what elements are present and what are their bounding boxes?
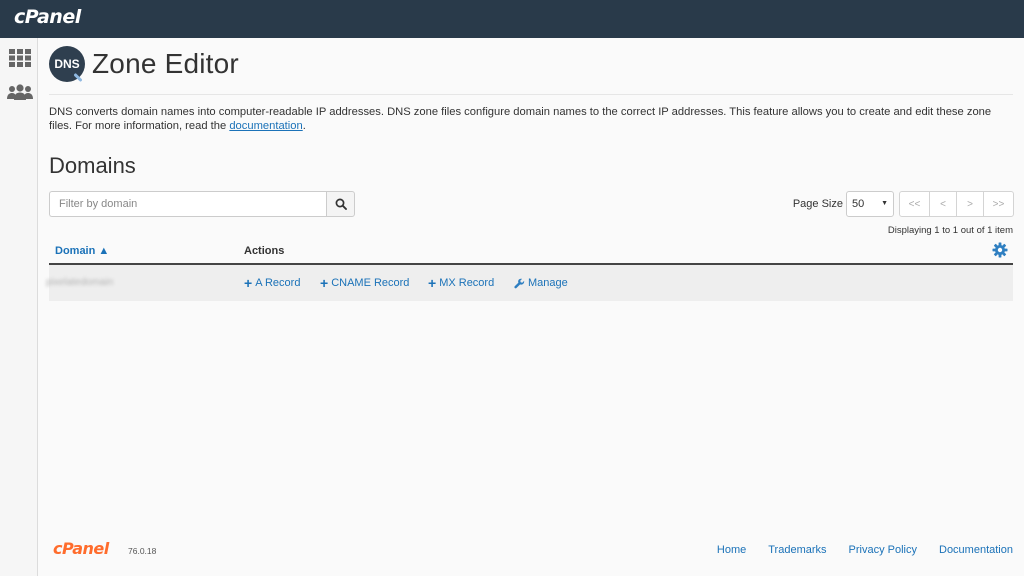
header-divider [49,94,1013,95]
footer-home-link[interactable]: Home [717,544,746,556]
page-title: Zone Editor [92,48,239,79]
page-size-select[interactable]: 50 ▼ [846,191,894,217]
top-bar: cPanel [0,0,1024,38]
domain-search [49,191,355,217]
search-button[interactable] [326,191,355,217]
next-page-button[interactable]: > [956,191,984,217]
table-header: Domain ▲ Actions [49,239,1013,265]
wrench-icon [514,278,525,288]
last-page-button[interactable]: >> [983,191,1014,217]
actions-column-header: Actions [244,245,285,257]
cpanel-logo[interactable]: cPanel [14,6,81,28]
add-cname-record-link[interactable]: + CNAME Record [320,275,409,291]
plus-icon: + [428,275,437,291]
search-input[interactable] [49,191,326,217]
domain-column-header[interactable]: Domain ▲ [55,245,109,257]
domains-heading: Domains [49,153,136,178]
first-page-button[interactable]: << [899,191,930,217]
dns-icon: DNS [49,46,85,83]
page-nav: << < > >> [899,191,1014,217]
displaying-count: Displaying 1 to 1 out of 1 item [887,225,1013,236]
grid-icon[interactable] [7,46,33,70]
footer-cpanel-logo[interactable]: cPanel [53,539,109,558]
main-content: DNS Zone Editor DNS converts domain name… [38,38,1024,576]
search-icon [335,198,347,210]
footer-documentation-link[interactable]: Documentation [939,544,1013,556]
sidebar [0,38,38,576]
documentation-link[interactable]: documentation [229,120,302,132]
footer-privacy-link[interactable]: Privacy Policy [849,544,917,556]
footer-links: Home Trademarks Privacy Policy Documenta… [695,544,1013,556]
plus-icon: + [320,275,329,291]
domains-table: Domain ▲ Actions pixelatedomain + A Reco… [46,239,1013,301]
add-mx-record-link[interactable]: + MX Record [428,275,494,291]
version-number: 76.0.18 [128,546,157,556]
footer-trademarks-link[interactable]: Trademarks [768,544,826,556]
page-description: DNS converts domain names into computer-… [49,106,992,132]
plus-icon: + [244,275,253,291]
manage-link[interactable]: Manage [514,277,568,289]
prev-page-button[interactable]: < [929,191,957,217]
domain-name: pixelatedomain [46,277,114,287]
users-icon[interactable] [7,80,33,104]
page-header: DNS Zone Editor [49,46,239,83]
caret-down-icon: ▼ [881,200,888,207]
gear-icon[interactable] [992,242,1008,263]
add-a-record-link[interactable]: + A Record [244,275,300,291]
table-row: pixelatedomain + A Record + CNAME Record +… [46,265,1013,301]
pagination: Page Size 50 ▼ << < > >> [793,191,1014,217]
page-size-label: Page Size [792,198,843,210]
